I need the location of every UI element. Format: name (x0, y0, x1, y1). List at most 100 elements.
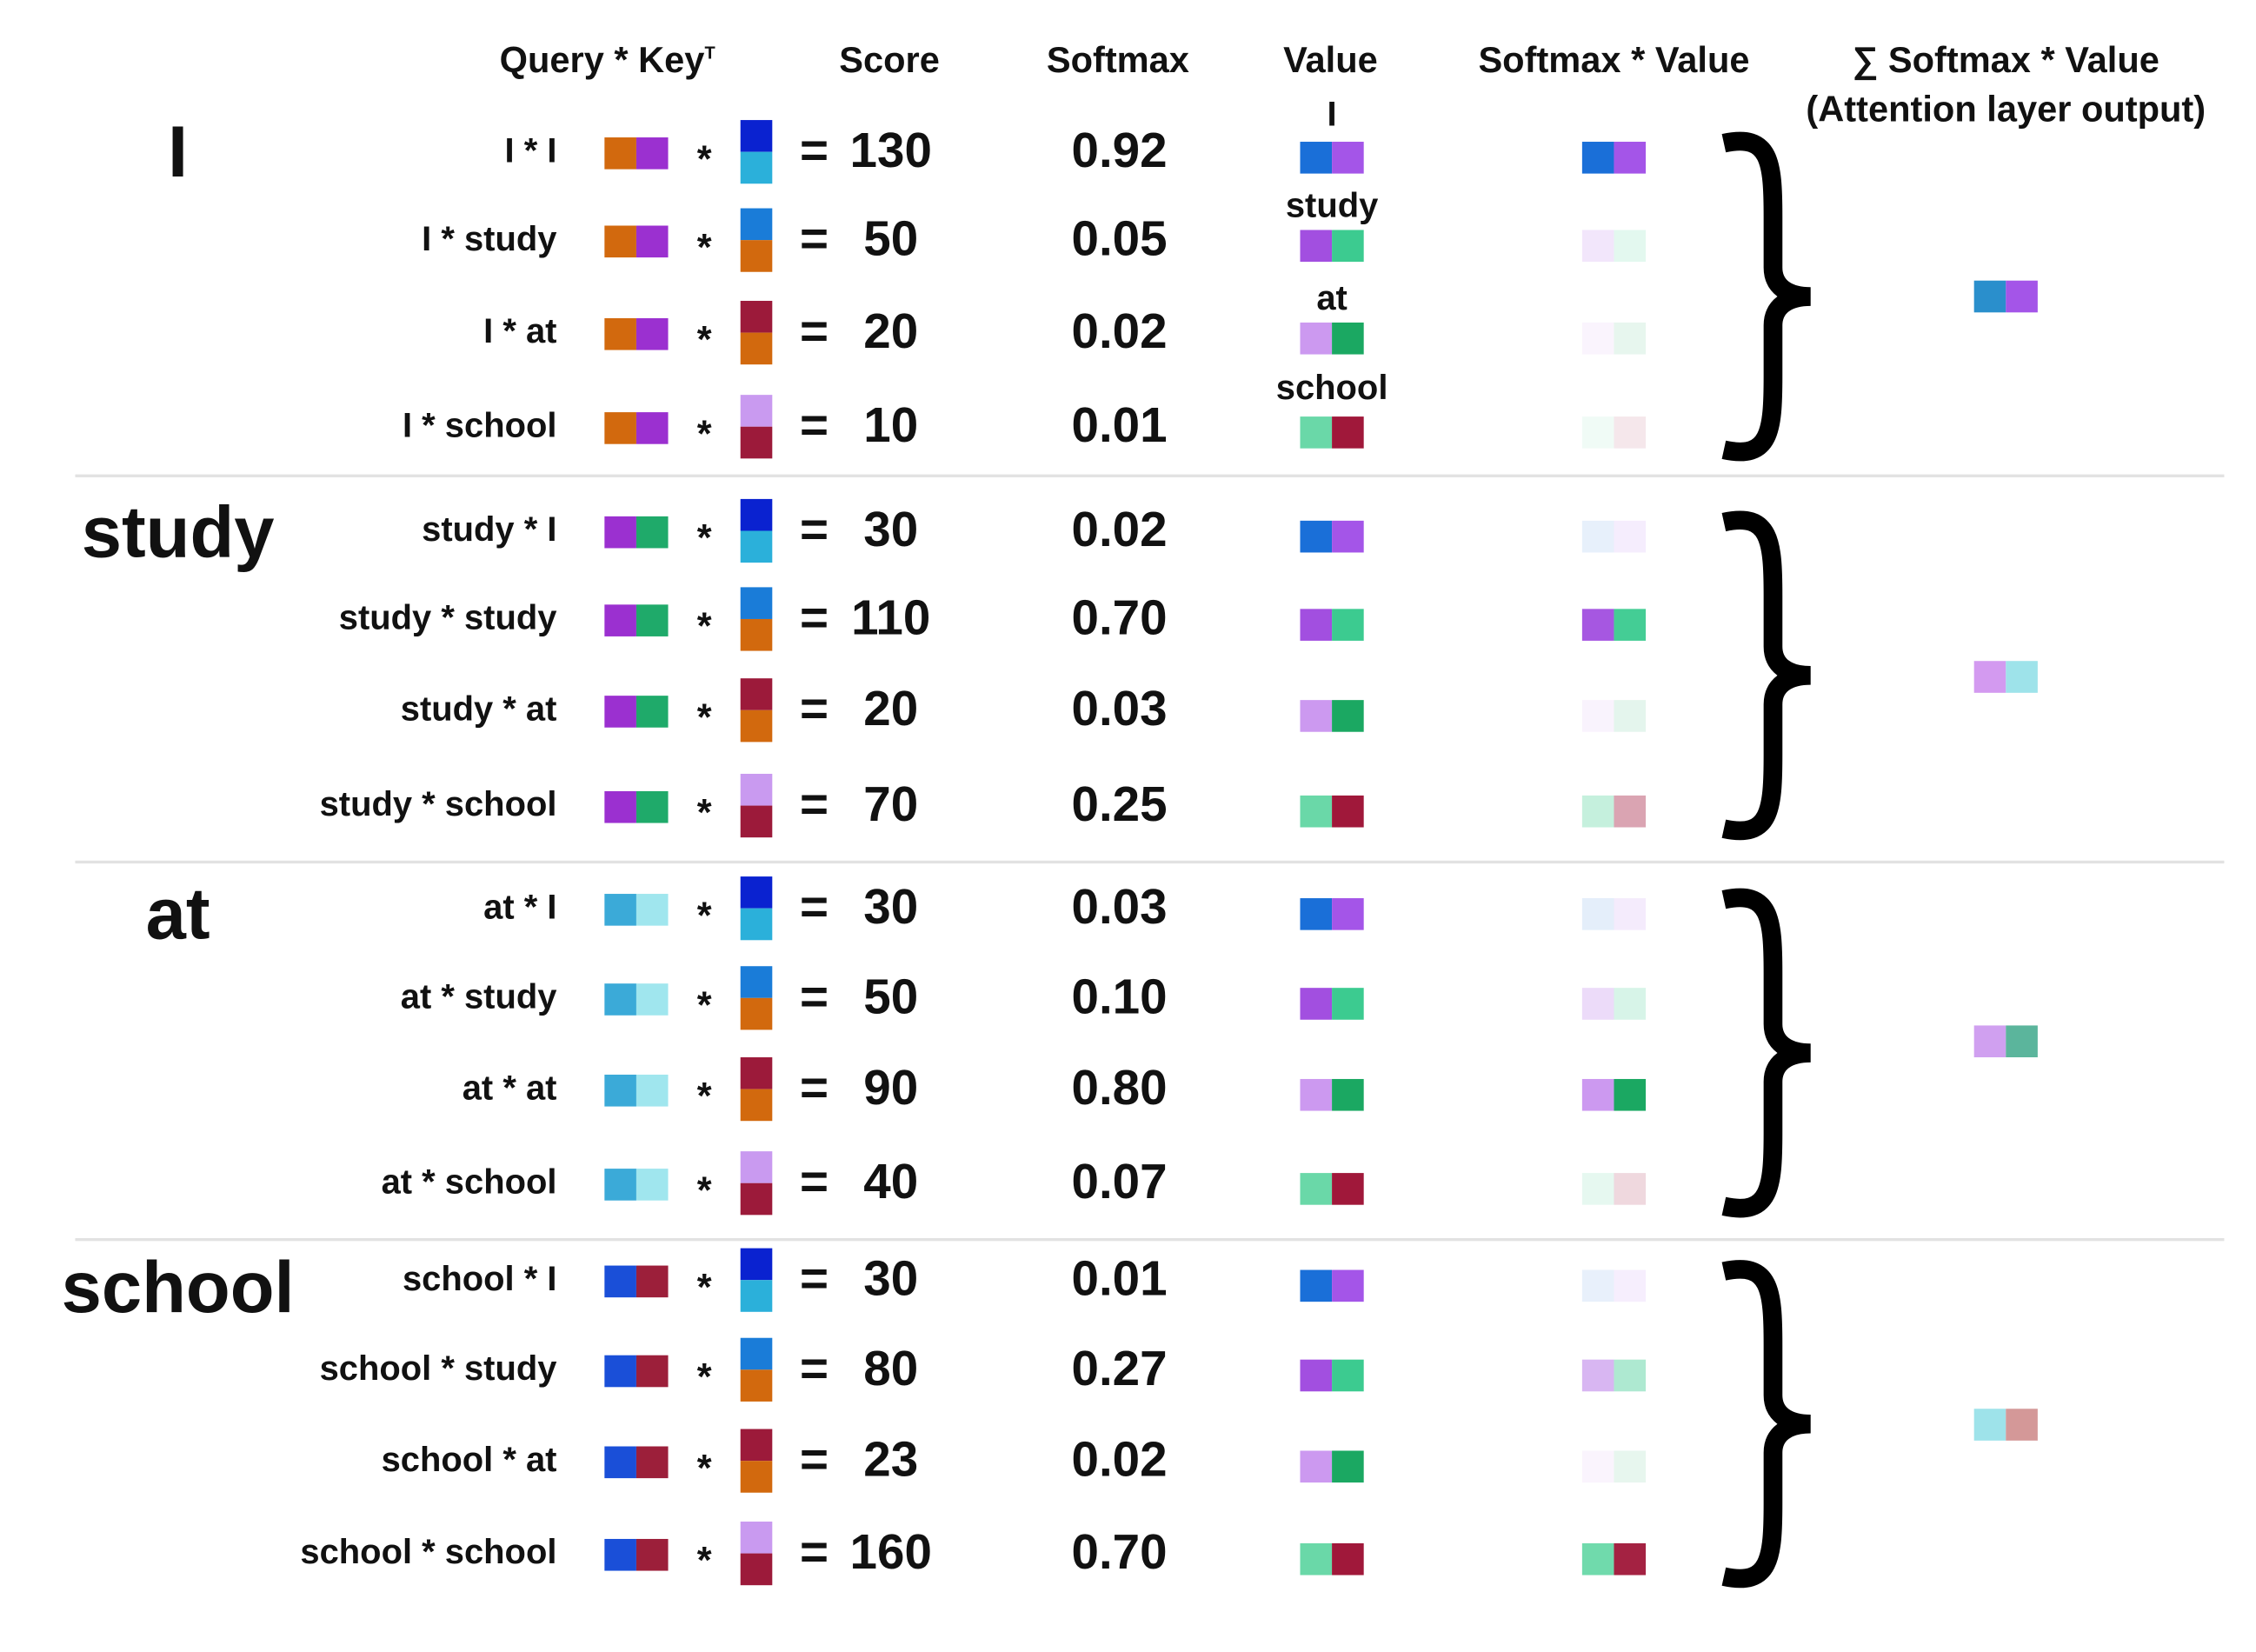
softmax-value: 0.03 (1071, 880, 1168, 936)
query-vector-cell-1 (636, 317, 669, 350)
value-label: I (1327, 95, 1337, 135)
weighted-value-vector-cell-0 (1581, 322, 1614, 355)
value-vector (1300, 520, 1364, 553)
key-vector-cell-0 (740, 876, 773, 909)
softmax-value: 0.27 (1071, 1341, 1168, 1397)
weighted-value-vector-cell-0 (1581, 520, 1614, 553)
query-vector-cell-0 (604, 696, 636, 728)
query-vector-cell-0 (604, 1074, 636, 1107)
attention-output-vector-cell-1 (2006, 1025, 2038, 1058)
value-vector-cell-0 (1300, 416, 1333, 449)
header-query-key-text: Query * Key (499, 40, 705, 82)
product-label: school * I (402, 1259, 557, 1299)
multiply-sign: * (696, 1168, 712, 1212)
value-vector-cell-0 (1300, 795, 1333, 828)
key-vector-cell-0 (740, 120, 773, 152)
query-vector (604, 696, 669, 728)
equals-sign: = (800, 969, 829, 1025)
product-label: study * school (319, 785, 557, 825)
score-value: 20 (863, 682, 919, 737)
value-label: school (1275, 369, 1388, 409)
group-divider (75, 1237, 2225, 1242)
equals-sign: = (800, 398, 829, 454)
weighted-value-vector-cell-0 (1581, 142, 1614, 174)
key-vector-cell-1 (740, 709, 773, 743)
key-vector-cell-1 (740, 426, 773, 459)
multiply-sign: * (696, 893, 712, 937)
header-value: Value (1283, 40, 1378, 82)
key-vector (740, 395, 773, 459)
key-vector-cell-1 (740, 151, 773, 184)
brace-icon (1721, 888, 1812, 1218)
weighted-value-vector-cell-0 (1581, 416, 1614, 449)
value-vector (1300, 416, 1364, 449)
value-vector-cell-1 (1332, 1359, 1364, 1392)
multiply-sign: * (696, 695, 712, 739)
query-vector-cell-1 (636, 983, 669, 1016)
key-vector (740, 208, 773, 272)
equals-sign: = (800, 1155, 829, 1210)
score-value: 30 (863, 1251, 919, 1307)
key-vector-cell-1 (740, 1461, 773, 1493)
product-label: at * at (462, 1069, 557, 1109)
attention-output-vector-cell-1 (2006, 661, 2038, 693)
equals-sign: = (800, 777, 829, 833)
equals-sign: = (800, 590, 829, 646)
product-label: at * study (400, 977, 557, 1017)
key-vector (740, 498, 773, 563)
weighted-value-vector-cell-1 (1614, 1173, 1647, 1205)
softmax-value: 0.70 (1071, 590, 1168, 646)
value-vector-cell-0 (1300, 142, 1333, 174)
query-vector-cell-0 (604, 894, 636, 926)
key-vector-cell-0 (740, 1248, 773, 1281)
attention-output-vector-cell-0 (1973, 661, 2006, 693)
query-vector-cell-1 (636, 604, 669, 636)
score-value: 50 (863, 969, 919, 1025)
query-vector-cell-1 (636, 225, 669, 258)
value-vector-cell-1 (1332, 142, 1364, 174)
multiply-sign: * (696, 603, 712, 648)
key-vector (740, 1337, 773, 1402)
key-vector-cell-1 (740, 997, 773, 1030)
attention-output-vector-cell-0 (1973, 1409, 2006, 1441)
query-vector-cell-0 (604, 225, 636, 258)
header-sum-subtitle: (Attention layer output) (1806, 90, 2206, 130)
value-vector (1300, 700, 1364, 732)
query-word: study (81, 491, 275, 573)
weighted-value-vector-cell-0 (1581, 700, 1614, 732)
brace-icon (1721, 1260, 1812, 1589)
query-vector-cell-1 (636, 1169, 669, 1201)
product-label: study * at (400, 689, 557, 729)
query-vector (604, 412, 669, 444)
multiply-sign: * (696, 790, 712, 835)
product-label: I * study (422, 219, 557, 259)
query-vector-cell-1 (636, 1355, 669, 1388)
softmax-value: 0.05 (1071, 211, 1168, 267)
self-attention-diagram: Query * KeyT Score Softmax Value Softmax… (0, 0, 2256, 1652)
weighted-value-vector (1581, 1269, 1647, 1302)
value-vector-cell-1 (1332, 230, 1364, 263)
weighted-value-vector-cell-0 (1581, 1450, 1614, 1483)
weighted-value-vector-cell-1 (1614, 322, 1647, 355)
weighted-value-vector (1581, 1450, 1647, 1483)
key-vector-cell-1 (740, 1553, 773, 1586)
equals-sign: = (800, 211, 829, 267)
weighted-value-vector (1581, 988, 1647, 1020)
value-vector-cell-1 (1332, 1173, 1364, 1205)
product-label: school * at (381, 1440, 557, 1480)
key-vector-cell-0 (740, 678, 773, 710)
equals-sign: = (800, 682, 829, 737)
weighted-value-vector (1581, 520, 1647, 553)
key-vector-cell-1 (740, 1280, 773, 1312)
query-vector-cell-0 (604, 1538, 636, 1571)
query-vector-cell-1 (636, 137, 669, 170)
value-label: at (1316, 279, 1348, 318)
weighted-value-vector-cell-0 (1581, 1359, 1614, 1392)
weighted-value-vector-cell-0 (1581, 230, 1614, 263)
weighted-value-vector-cell-0 (1581, 1173, 1614, 1205)
query-vector (604, 1446, 669, 1479)
weighted-value-vector (1581, 898, 1647, 930)
score-value: 90 (863, 1061, 919, 1116)
query-vector-cell-0 (604, 1355, 636, 1388)
weighted-value-vector-cell-1 (1614, 520, 1647, 553)
